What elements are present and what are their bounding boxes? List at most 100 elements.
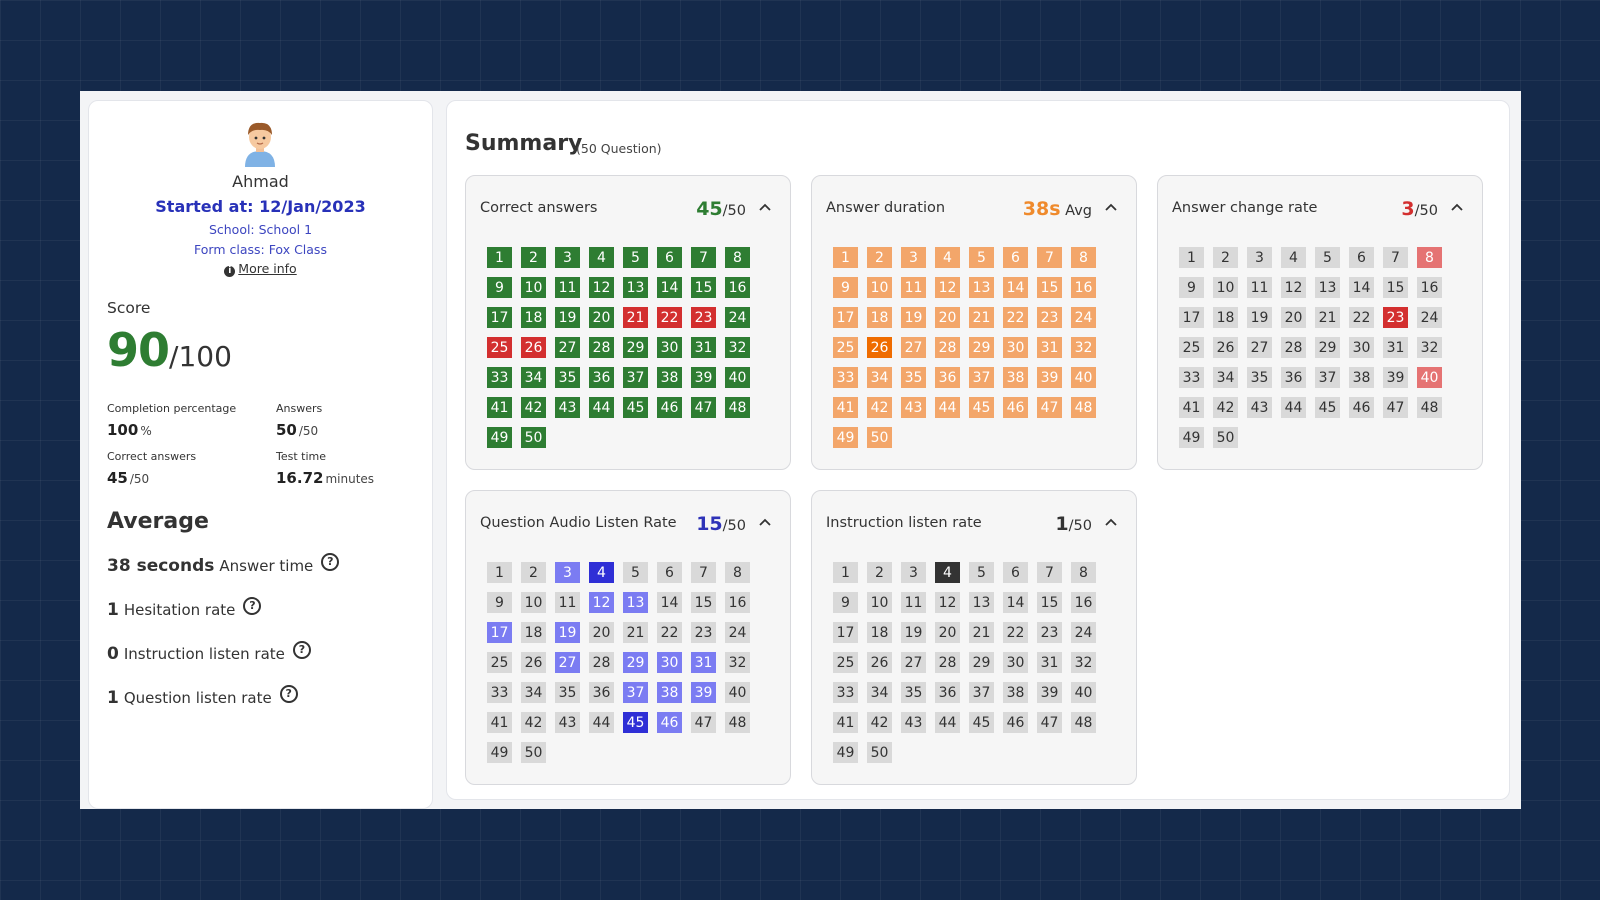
chevron-up-icon[interactable]	[758, 200, 772, 214]
question-cell-29[interactable]: 29	[1315, 337, 1340, 358]
question-cell-2[interactable]: 2	[867, 247, 892, 268]
question-cell-49[interactable]: 49	[487, 427, 512, 448]
chevron-up-icon[interactable]	[758, 515, 772, 529]
question-cell-33[interactable]: 33	[833, 682, 858, 703]
question-cell-31[interactable]: 31	[1037, 652, 1062, 673]
question-cell-19[interactable]: 19	[901, 622, 926, 643]
question-cell-37[interactable]: 37	[969, 682, 994, 703]
question-cell-17[interactable]: 17	[833, 622, 858, 643]
question-cell-38[interactable]: 38	[657, 367, 682, 388]
question-cell-21[interactable]: 21	[969, 307, 994, 328]
question-cell-30[interactable]: 30	[657, 652, 682, 673]
question-cell-35[interactable]: 35	[555, 682, 580, 703]
question-cell-37[interactable]: 37	[969, 367, 994, 388]
question-cell-1[interactable]: 1	[833, 247, 858, 268]
question-cell-19[interactable]: 19	[901, 307, 926, 328]
question-cell-46[interactable]: 46	[1349, 397, 1374, 418]
question-cell-3[interactable]: 3	[1247, 247, 1272, 268]
question-cell-5[interactable]: 5	[969, 247, 994, 268]
question-cell-8[interactable]: 8	[725, 562, 750, 583]
question-cell-38[interactable]: 38	[1349, 367, 1374, 388]
question-cell-10[interactable]: 10	[521, 277, 546, 298]
question-cell-10[interactable]: 10	[867, 592, 892, 613]
question-cell-24[interactable]: 24	[1071, 307, 1096, 328]
question-cell-22[interactable]: 22	[657, 307, 682, 328]
question-cell-43[interactable]: 43	[901, 712, 926, 733]
question-cell-43[interactable]: 43	[1247, 397, 1272, 418]
question-cell-13[interactable]: 13	[623, 592, 648, 613]
question-cell-22[interactable]: 22	[1003, 307, 1028, 328]
chevron-up-icon[interactable]	[1450, 200, 1464, 214]
question-cell-3[interactable]: 3	[901, 247, 926, 268]
question-cell-15[interactable]: 15	[1037, 277, 1062, 298]
question-cell-24[interactable]: 24	[725, 307, 750, 328]
question-cell-39[interactable]: 39	[1037, 682, 1062, 703]
chevron-up-icon[interactable]	[1104, 200, 1118, 214]
help-icon[interactable]: ?	[243, 597, 262, 615]
question-cell-4[interactable]: 4	[589, 247, 614, 268]
question-cell-24[interactable]: 24	[1071, 622, 1096, 643]
question-cell-46[interactable]: 46	[657, 397, 682, 418]
question-cell-35[interactable]: 35	[901, 367, 926, 388]
question-cell-37[interactable]: 37	[623, 367, 648, 388]
question-cell-30[interactable]: 30	[657, 337, 682, 358]
question-cell-29[interactable]: 29	[969, 337, 994, 358]
question-cell-40[interactable]: 40	[1417, 367, 1442, 388]
question-cell-21[interactable]: 21	[969, 622, 994, 643]
question-cell-47[interactable]: 47	[1383, 397, 1408, 418]
question-cell-32[interactable]: 32	[1417, 337, 1442, 358]
help-icon[interactable]: ?	[292, 641, 311, 659]
question-cell-28[interactable]: 28	[589, 337, 614, 358]
question-cell-17[interactable]: 17	[487, 622, 512, 643]
question-cell-23[interactable]: 23	[691, 307, 716, 328]
question-cell-2[interactable]: 2	[1213, 247, 1238, 268]
question-cell-6[interactable]: 6	[1003, 247, 1028, 268]
more-info-link[interactable]: More info	[238, 261, 296, 276]
question-cell-10[interactable]: 10	[1213, 277, 1238, 298]
question-cell-25[interactable]: 25	[833, 337, 858, 358]
question-cell-20[interactable]: 20	[589, 307, 614, 328]
question-cell-29[interactable]: 29	[623, 337, 648, 358]
question-cell-36[interactable]: 36	[1281, 367, 1306, 388]
question-cell-7[interactable]: 7	[691, 562, 716, 583]
question-cell-14[interactable]: 14	[657, 592, 682, 613]
question-cell-48[interactable]: 48	[725, 397, 750, 418]
question-cell-45[interactable]: 45	[623, 397, 648, 418]
question-cell-49[interactable]: 49	[1179, 427, 1204, 448]
question-cell-21[interactable]: 21	[1315, 307, 1340, 328]
question-cell-1[interactable]: 1	[1179, 247, 1204, 268]
question-cell-31[interactable]: 31	[1383, 337, 1408, 358]
question-cell-21[interactable]: 21	[623, 622, 648, 643]
question-cell-40[interactable]: 40	[725, 367, 750, 388]
chevron-up-icon[interactable]	[1104, 515, 1118, 529]
question-cell-1[interactable]: 1	[833, 562, 858, 583]
question-cell-27[interactable]: 27	[1247, 337, 1272, 358]
question-cell-2[interactable]: 2	[521, 247, 546, 268]
question-cell-35[interactable]: 35	[901, 682, 926, 703]
question-cell-43[interactable]: 43	[555, 397, 580, 418]
question-cell-23[interactable]: 23	[1037, 622, 1062, 643]
question-cell-17[interactable]: 17	[487, 307, 512, 328]
question-cell-22[interactable]: 22	[1003, 622, 1028, 643]
question-cell-41[interactable]: 41	[1179, 397, 1204, 418]
question-cell-49[interactable]: 49	[833, 427, 858, 448]
question-cell-20[interactable]: 20	[1281, 307, 1306, 328]
question-cell-11[interactable]: 11	[1247, 277, 1272, 298]
question-cell-36[interactable]: 36	[589, 682, 614, 703]
question-cell-30[interactable]: 30	[1003, 652, 1028, 673]
question-cell-16[interactable]: 16	[1417, 277, 1442, 298]
question-cell-7[interactable]: 7	[691, 247, 716, 268]
question-cell-25[interactable]: 25	[487, 652, 512, 673]
question-cell-36[interactable]: 36	[935, 367, 960, 388]
question-cell-30[interactable]: 30	[1003, 337, 1028, 358]
question-cell-33[interactable]: 33	[487, 682, 512, 703]
question-cell-33[interactable]: 33	[1179, 367, 1204, 388]
question-cell-5[interactable]: 5	[623, 562, 648, 583]
question-cell-32[interactable]: 32	[1071, 652, 1096, 673]
question-cell-18[interactable]: 18	[867, 622, 892, 643]
question-cell-41[interactable]: 41	[833, 712, 858, 733]
question-cell-7[interactable]: 7	[1037, 247, 1062, 268]
question-cell-34[interactable]: 34	[1213, 367, 1238, 388]
question-cell-9[interactable]: 9	[833, 592, 858, 613]
question-cell-5[interactable]: 5	[1315, 247, 1340, 268]
